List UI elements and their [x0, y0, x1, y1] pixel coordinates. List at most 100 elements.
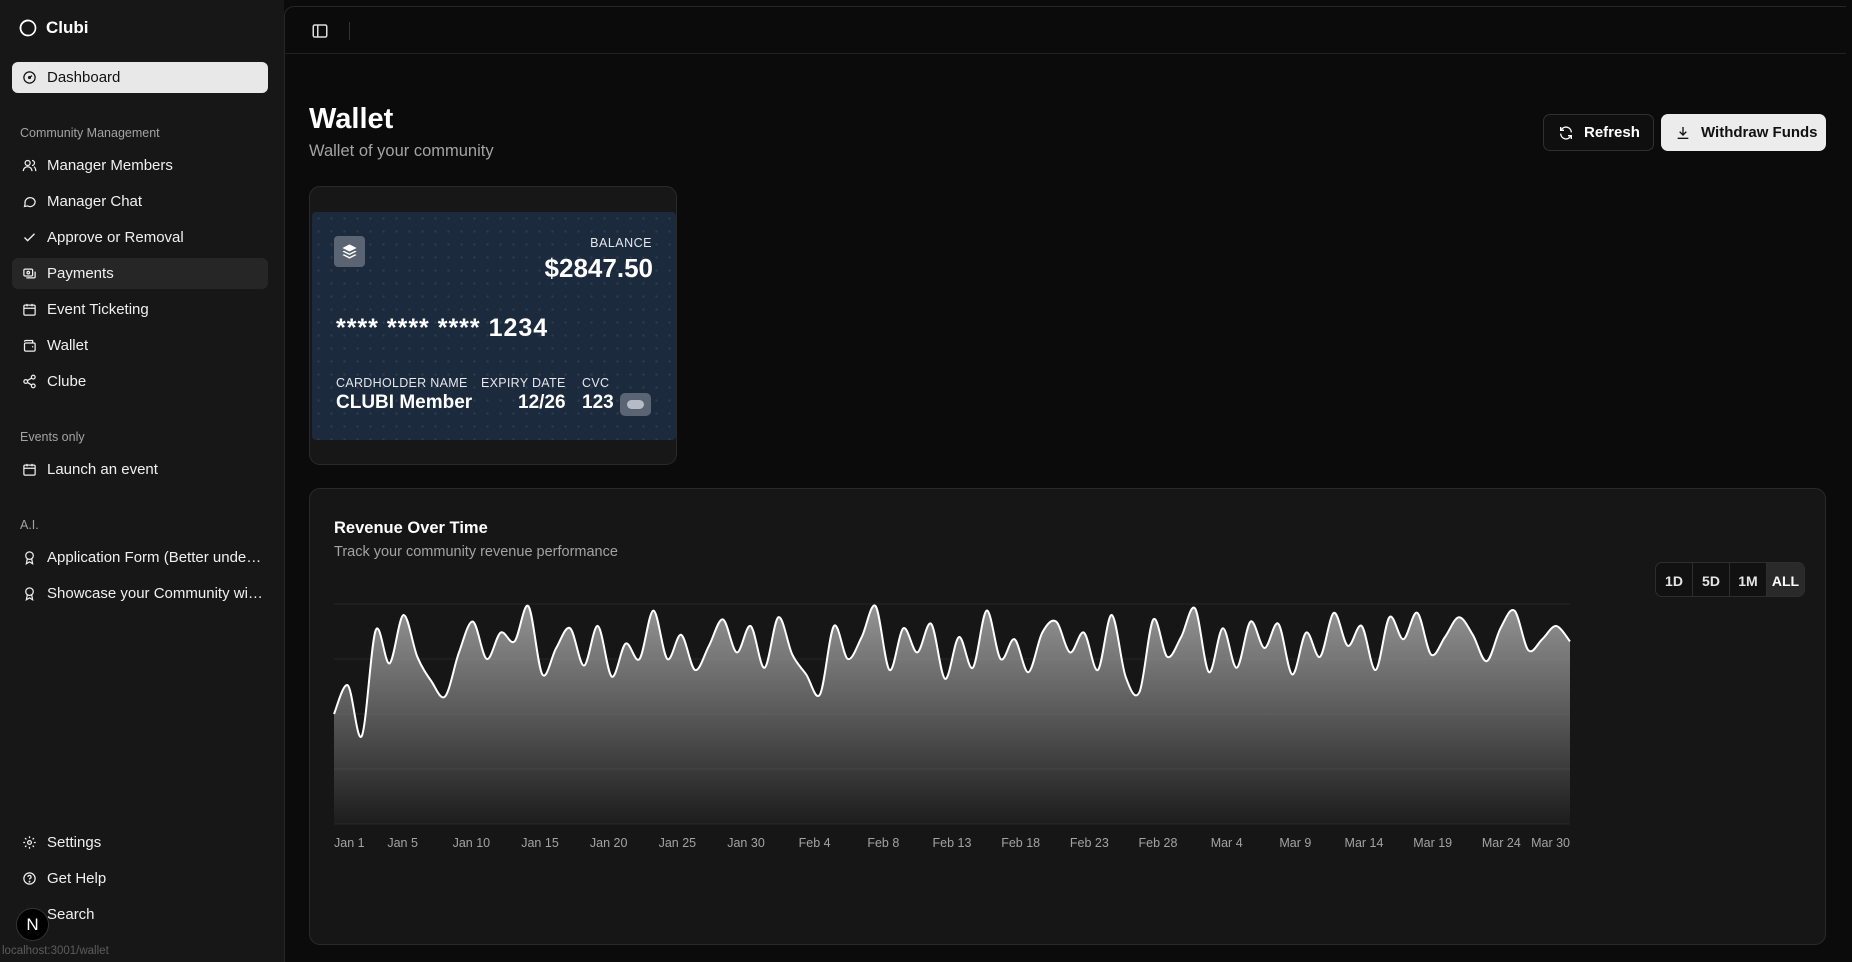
sidebar-item-application-form[interactable]: Application Form (Better understanding)	[12, 542, 268, 573]
sidebar-item-search[interactable]: Search	[12, 899, 268, 930]
data-point[interactable]	[1356, 620, 1368, 632]
data-point[interactable]	[1383, 611, 1395, 623]
data-point[interactable]	[1564, 635, 1576, 647]
sidebar-item-wallet[interactable]: Wallet	[12, 330, 268, 361]
data-point[interactable]	[411, 651, 423, 663]
data-point[interactable]	[1175, 631, 1187, 643]
data-point[interactable]	[1217, 622, 1229, 634]
data-point[interactable]	[995, 653, 1007, 665]
data-point[interactable]	[675, 629, 687, 641]
data-point[interactable]	[1342, 640, 1354, 652]
data-point[interactable]	[606, 671, 618, 683]
data-point[interactable]	[550, 642, 562, 654]
data-point[interactable]	[703, 640, 715, 652]
data-point[interactable]	[1425, 649, 1437, 661]
data-point[interactable]	[897, 622, 909, 634]
data-point[interactable]	[842, 653, 854, 665]
data-point[interactable]	[342, 679, 354, 691]
sidebar-item-manager-members[interactable]: Manager Members	[12, 150, 268, 181]
data-point[interactable]	[620, 638, 632, 650]
data-point[interactable]	[509, 635, 521, 647]
data-point[interactable]	[1189, 602, 1201, 614]
data-point[interactable]	[647, 605, 659, 617]
data-point[interactable]	[536, 668, 548, 680]
data-point[interactable]	[481, 653, 493, 665]
data-point[interactable]	[1522, 644, 1534, 656]
data-point[interactable]	[967, 662, 979, 674]
data-point[interactable]	[397, 609, 409, 621]
data-point[interactable]	[856, 631, 868, 643]
data-point[interactable]	[981, 605, 993, 617]
data-point[interactable]	[1064, 646, 1076, 658]
data-point[interactable]	[1133, 686, 1145, 698]
data-point[interactable]	[786, 649, 798, 661]
data-point[interactable]	[814, 688, 826, 700]
data-point[interactable]	[1272, 618, 1284, 630]
sidebar-item-showcase[interactable]: Showcase your Community with AI	[12, 578, 268, 609]
data-point[interactable]	[1106, 609, 1118, 621]
data-point[interactable]	[1508, 605, 1520, 617]
data-point[interactable]	[1453, 611, 1465, 623]
data-point[interactable]	[1036, 627, 1048, 639]
data-point[interactable]	[800, 668, 812, 680]
data-point[interactable]	[522, 600, 534, 612]
data-point[interactable]	[356, 730, 368, 742]
data-point[interactable]	[1481, 655, 1493, 667]
data-point[interactable]	[1078, 627, 1090, 639]
sidebar-item-get-help[interactable]: Get Help	[12, 863, 268, 894]
data-point[interactable]	[661, 653, 673, 665]
sidebar-toggle-icon[interactable]	[311, 22, 329, 40]
data-point[interactable]	[1147, 613, 1159, 625]
data-point[interactable]	[884, 664, 896, 676]
data-point[interactable]	[870, 600, 882, 612]
data-point[interactable]	[1258, 642, 1270, 654]
data-point[interactable]	[1370, 664, 1382, 676]
avatar[interactable]: N	[16, 908, 49, 941]
data-point[interactable]	[1439, 631, 1451, 643]
data-point[interactable]	[1286, 668, 1298, 680]
data-point[interactable]	[717, 613, 729, 625]
sidebar-item-clube[interactable]: Clube	[12, 366, 268, 397]
data-point[interactable]	[1203, 666, 1215, 678]
refresh-button[interactable]: Refresh	[1543, 114, 1654, 151]
data-point[interactable]	[759, 662, 771, 674]
data-point[interactable]	[1397, 633, 1409, 645]
data-point[interactable]	[1314, 651, 1326, 663]
data-point[interactable]	[425, 675, 437, 687]
brand[interactable]: Clubi	[18, 18, 89, 38]
data-point[interactable]	[495, 627, 507, 639]
data-point[interactable]	[578, 660, 590, 672]
data-point[interactable]	[745, 620, 757, 632]
sidebar-item-dashboard[interactable]: Dashboard	[12, 62, 268, 93]
data-point[interactable]	[439, 690, 451, 702]
data-point[interactable]	[925, 618, 937, 630]
data-point[interactable]	[1495, 622, 1507, 634]
data-point[interactable]	[564, 622, 576, 634]
data-point[interactable]	[1550, 620, 1562, 632]
sidebar-item-approve-removal[interactable]: Approve or Removal	[12, 222, 268, 253]
data-point[interactable]	[772, 611, 784, 623]
data-point[interactable]	[467, 616, 479, 628]
data-point[interactable]	[1161, 651, 1173, 663]
data-point[interactable]	[592, 620, 604, 632]
data-point[interactable]	[1411, 607, 1423, 619]
sidebar-item-event-ticketing[interactable]: Event Ticketing	[12, 294, 268, 325]
data-point[interactable]	[1022, 666, 1034, 678]
data-point[interactable]	[939, 673, 951, 685]
data-point[interactable]	[370, 624, 382, 636]
data-point[interactable]	[1120, 671, 1132, 683]
data-point[interactable]	[1008, 633, 1020, 645]
data-point[interactable]	[1092, 664, 1104, 676]
data-point[interactable]	[911, 646, 923, 658]
data-point[interactable]	[731, 646, 743, 658]
withdraw-funds-button[interactable]: Withdraw Funds	[1661, 114, 1826, 151]
data-point[interactable]	[828, 620, 840, 632]
data-point[interactable]	[953, 631, 965, 643]
sidebar-item-launch-event[interactable]: Launch an event	[12, 454, 268, 485]
data-point[interactable]	[1300, 627, 1312, 639]
data-point[interactable]	[384, 657, 396, 669]
sidebar-item-payments[interactable]: Payments	[12, 258, 268, 289]
data-point[interactable]	[1328, 607, 1340, 619]
data-point[interactable]	[1050, 616, 1062, 628]
sidebar-item-manager-chat[interactable]: Manager Chat	[12, 186, 268, 217]
